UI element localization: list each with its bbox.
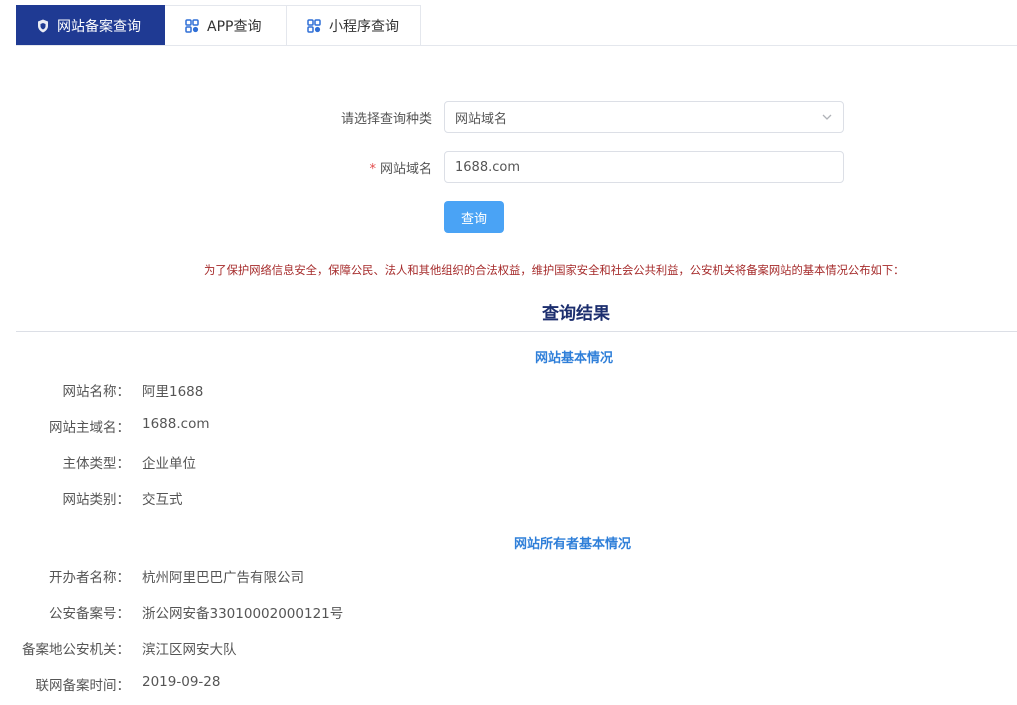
domain-input[interactable]: 1688.com	[444, 151, 844, 183]
kv-value: 杭州阿里巴巴广告有限公司	[142, 570, 304, 586]
tab-app-query[interactable]: APP查询	[165, 5, 287, 45]
kv-key: 备案地公安机关：	[22, 642, 130, 658]
chevron-down-icon	[821, 111, 833, 127]
kv-value: 浙公网安备33010002000121号	[142, 606, 344, 622]
kv-key: 联网备案时间：	[35, 678, 131, 694]
tab-label: 网站备案查询	[57, 18, 141, 35]
kv-value: 交互式	[142, 492, 183, 508]
category-label: 请选择查询种类	[340, 111, 432, 127]
kv-row-main-domain: 网站主域名： 1688.com	[0, 416, 209, 436]
kv-value: 1688.com	[142, 416, 210, 432]
apps-grid-icon	[185, 18, 199, 33]
kv-value: 企业单位	[142, 456, 196, 472]
tab-miniprogram-query[interactable]: 小程序查询	[287, 5, 421, 45]
kv-row-police-authority: 备案地公安机关： 滨江区网安大队	[0, 638, 237, 658]
domain-label: 网站域名	[379, 161, 432, 177]
kv-value: 滨江区网安大队	[142, 642, 237, 658]
kv-key: 主体类型：	[62, 456, 131, 472]
shield-icon	[37, 19, 49, 33]
kv-row-entity-type: 主体类型： 企业单位	[0, 452, 197, 472]
tab-label: 小程序查询	[329, 18, 399, 35]
category-select[interactable]: 网站域名	[444, 101, 844, 133]
kv-key: 开办者名称：	[49, 570, 130, 586]
tab-label: APP查询	[207, 18, 262, 35]
kv-key: 网站类别：	[62, 492, 131, 508]
disclosure-notice: 为了保护网络信息安全，保障公民、法人和其他组织的合法权益，维护国家安全和社会公共…	[204, 264, 905, 277]
domain-row: * 网站域名	[232, 151, 432, 183]
kv-row-filing-date: 联网备案时间： 2019-09-28	[0, 674, 221, 694]
kv-row-site-name: 网站名称： 阿里1688	[0, 380, 204, 400]
kv-key: 公安备案号：	[49, 606, 130, 622]
kv-key: 网站名称：	[62, 384, 131, 400]
domain-input-value: 1688.com	[455, 159, 520, 175]
kv-row-organizer: 开办者名称： 杭州阿里巴巴广告有限公司	[0, 566, 304, 586]
divider	[16, 331, 1017, 332]
kv-row-police-filing-number: 公安备案号： 浙公网安备33010002000121号	[0, 602, 343, 622]
kv-value: 2019-09-28	[142, 674, 221, 690]
apps-grid-icon	[307, 18, 321, 33]
category-row: 请选择查询种类	[232, 101, 432, 133]
domain-label-wrap: * 网站域名	[232, 158, 432, 177]
result-title: 查询结果	[542, 304, 610, 324]
query-tabs: 网站备案查询 APP查询 小程序查询	[16, 5, 1017, 46]
kv-key: 网站主域名：	[49, 420, 130, 436]
kv-row-site-category: 网站类别： 交互式	[0, 488, 183, 508]
site-section-title: 网站基本情况	[535, 351, 614, 366]
required-mark: *	[369, 161, 376, 177]
tab-website-filing[interactable]: 网站备案查询	[16, 5, 165, 45]
category-selected-value: 网站域名	[455, 111, 508, 127]
owner-section-title: 网站所有者基本情况	[514, 537, 632, 552]
kv-value: 阿里1688	[142, 384, 204, 400]
query-button[interactable]: 查询	[444, 201, 504, 233]
